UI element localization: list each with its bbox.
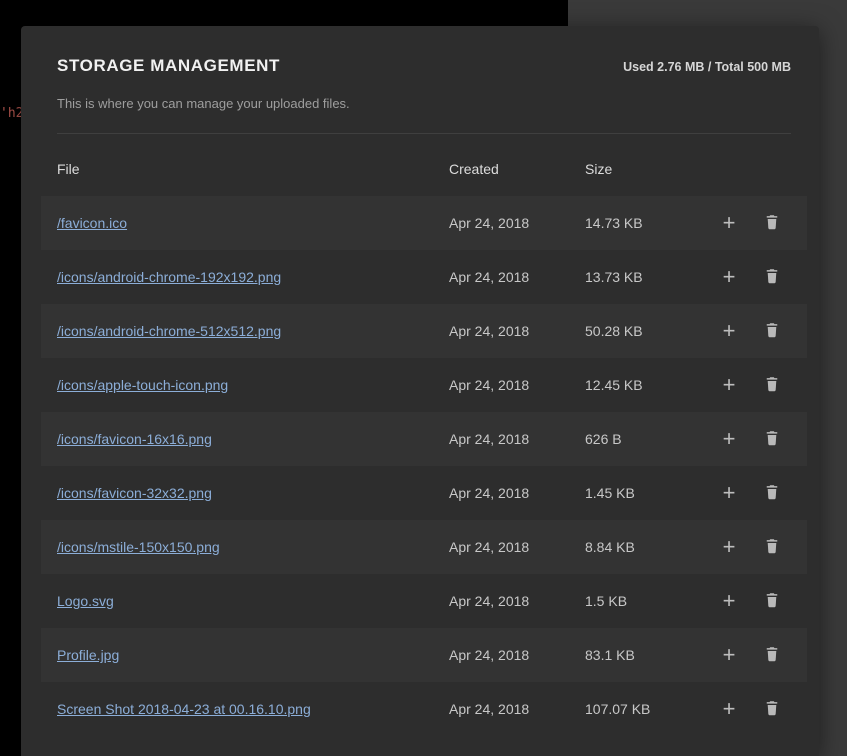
size-cell: 107.07 KB: [585, 701, 705, 717]
size-cell: 1.45 KB: [585, 485, 705, 501]
add-button[interactable]: +: [713, 315, 745, 347]
file-link[interactable]: Logo.svg: [57, 593, 126, 609]
delete-button[interactable]: [756, 531, 788, 563]
file-link[interactable]: Screen Shot 2018-04-23 at 00.16.10.png: [57, 701, 323, 717]
size-cell: 8.84 KB: [585, 539, 705, 555]
created-cell: Apr 24, 2018: [449, 377, 585, 393]
created-cell: Apr 24, 2018: [449, 269, 585, 285]
trash-icon: [763, 213, 781, 234]
add-button[interactable]: +: [713, 207, 745, 239]
trash-icon: [763, 537, 781, 558]
file-table: File Created Size /favicon.ico Apr 24, 2…: [57, 134, 791, 736]
trash-icon: [763, 699, 781, 720]
add-icon: +: [723, 374, 736, 396]
file-link[interactable]: /favicon.ico: [57, 215, 139, 231]
delete-button[interactable]: [756, 207, 788, 239]
table-row: /icons/android-chrome-192x192.png Apr 24…: [41, 250, 807, 304]
page-background: 'h2> STORAGE MANAGEMENT Used 2.76 MB / T…: [0, 0, 847, 756]
trash-icon: [763, 375, 781, 396]
storage-management-panel: STORAGE MANAGEMENT Used 2.76 MB / Total …: [21, 26, 819, 756]
table-row: Profile.jpg Apr 24, 2018 83.1 KB +: [41, 628, 807, 682]
add-button[interactable]: +: [713, 261, 745, 293]
created-cell: Apr 24, 2018: [449, 701, 585, 717]
add-icon: +: [723, 428, 736, 450]
created-cell: Apr 24, 2018: [449, 323, 585, 339]
add-button[interactable]: +: [713, 693, 745, 725]
created-cell: Apr 24, 2018: [449, 593, 585, 609]
table-row: /icons/favicon-32x32.png Apr 24, 2018 1.…: [41, 466, 807, 520]
created-cell: Apr 24, 2018: [449, 431, 585, 447]
add-button[interactable]: +: [713, 423, 745, 455]
trash-icon: [763, 591, 781, 612]
add-button[interactable]: +: [713, 369, 745, 401]
panel-subtitle: This is where you can manage your upload…: [57, 96, 791, 111]
trash-icon: [763, 483, 781, 504]
delete-button[interactable]: [756, 639, 788, 671]
add-icon: +: [723, 320, 736, 342]
created-cell: Apr 24, 2018: [449, 539, 585, 555]
table-row: /icons/apple-touch-icon.png Apr 24, 2018…: [41, 358, 807, 412]
column-header-size: Size: [585, 161, 705, 177]
file-table-body: /favicon.ico Apr 24, 2018 14.73 KB + /ic…: [57, 196, 791, 736]
size-cell: 50.28 KB: [585, 323, 705, 339]
table-row: /icons/android-chrome-512x512.png Apr 24…: [41, 304, 807, 358]
trash-icon: [763, 267, 781, 288]
add-button[interactable]: +: [713, 585, 745, 617]
add-icon: +: [723, 266, 736, 288]
delete-button[interactable]: [756, 369, 788, 401]
storage-usage-text: Used 2.76 MB / Total 500 MB: [623, 60, 791, 74]
delete-button[interactable]: [756, 315, 788, 347]
size-cell: 14.73 KB: [585, 215, 705, 231]
column-header-created: Created: [449, 161, 585, 177]
trash-icon: [763, 429, 781, 450]
delete-button[interactable]: [756, 585, 788, 617]
file-link[interactable]: /icons/apple-touch-icon.png: [57, 377, 240, 393]
file-link[interactable]: /icons/favicon-32x32.png: [57, 485, 224, 501]
column-header-file: File: [57, 161, 449, 177]
table-row: /icons/favicon-16x16.png Apr 24, 2018 62…: [41, 412, 807, 466]
page-title: STORAGE MANAGEMENT: [57, 56, 280, 76]
file-link[interactable]: /icons/android-chrome-512x512.png: [57, 323, 293, 339]
add-icon: +: [723, 698, 736, 720]
file-link[interactable]: /icons/mstile-150x150.png: [57, 539, 232, 555]
file-link[interactable]: Profile.jpg: [57, 647, 131, 663]
size-cell: 13.73 KB: [585, 269, 705, 285]
trash-icon: [763, 645, 781, 666]
created-cell: Apr 24, 2018: [449, 647, 585, 663]
add-icon: +: [723, 644, 736, 666]
size-cell: 83.1 KB: [585, 647, 705, 663]
size-cell: 12.45 KB: [585, 377, 705, 393]
add-icon: +: [723, 536, 736, 558]
file-link[interactable]: /icons/favicon-16x16.png: [57, 431, 224, 447]
add-icon: +: [723, 212, 736, 234]
delete-button[interactable]: [756, 423, 788, 455]
trash-icon: [763, 321, 781, 342]
add-button[interactable]: +: [713, 639, 745, 671]
table-row: Logo.svg Apr 24, 2018 1.5 KB +: [41, 574, 807, 628]
panel-header: STORAGE MANAGEMENT Used 2.76 MB / Total …: [57, 56, 791, 76]
delete-button[interactable]: [756, 693, 788, 725]
created-cell: Apr 24, 2018: [449, 485, 585, 501]
add-button[interactable]: +: [713, 477, 745, 509]
created-cell: Apr 24, 2018: [449, 215, 585, 231]
table-row: Screen Shot 2018-04-23 at 00.16.10.png A…: [41, 682, 807, 736]
size-cell: 1.5 KB: [585, 593, 705, 609]
add-icon: +: [723, 482, 736, 504]
file-link[interactable]: /icons/android-chrome-192x192.png: [57, 269, 293, 285]
table-row: /favicon.ico Apr 24, 2018 14.73 KB +: [41, 196, 807, 250]
size-cell: 626 B: [585, 431, 705, 447]
add-button[interactable]: +: [713, 531, 745, 563]
add-icon: +: [723, 590, 736, 612]
table-header-row: File Created Size: [41, 134, 807, 196]
delete-button[interactable]: [756, 477, 788, 509]
delete-button[interactable]: [756, 261, 788, 293]
table-row: /icons/mstile-150x150.png Apr 24, 2018 8…: [41, 520, 807, 574]
